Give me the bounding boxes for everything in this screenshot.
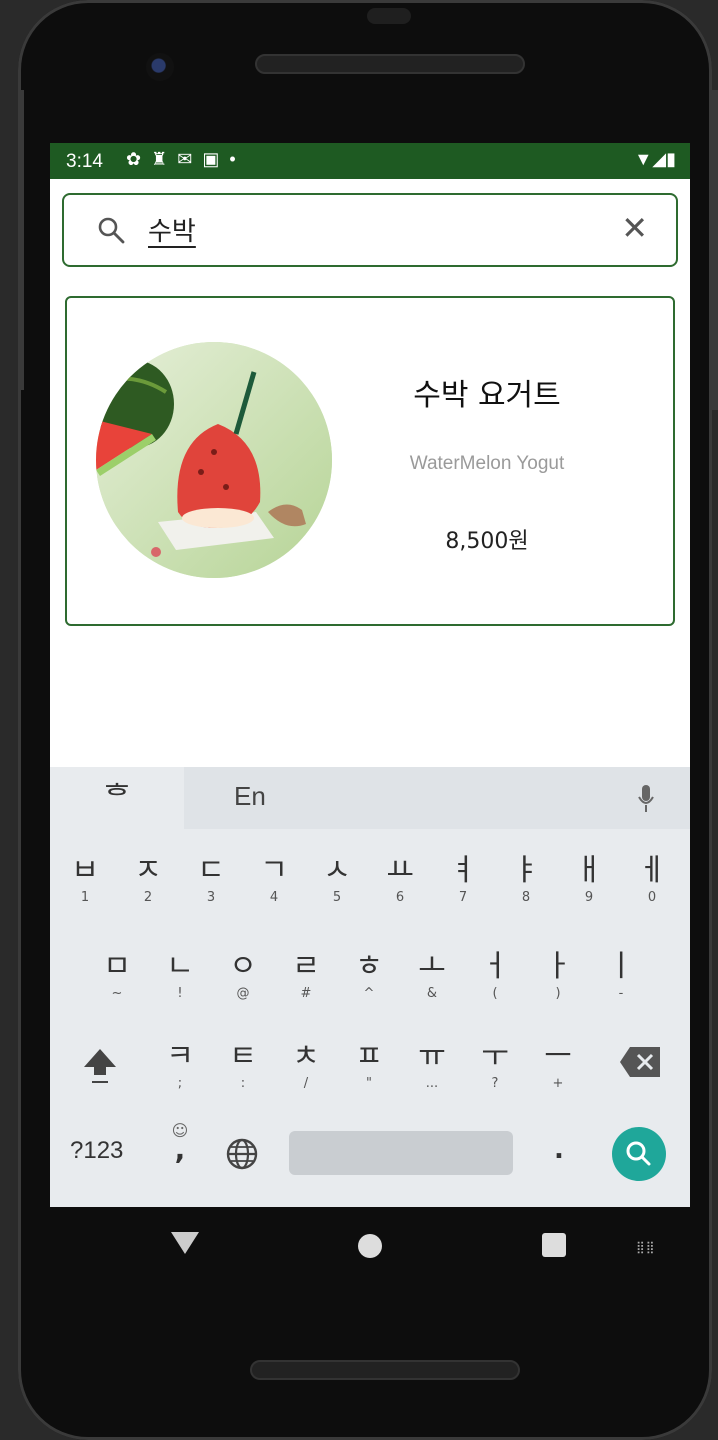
symbols-key[interactable]: ?123 <box>70 1137 123 1165</box>
system-icons: ▼◢▮ <box>634 149 676 170</box>
wifi-icon: ▼ <box>634 149 653 169</box>
key-r1-5[interactable]: ㅅ5 <box>306 851 368 905</box>
notification-icons: ✿♜✉▣• <box>126 149 246 170</box>
search-icon <box>626 1141 651 1166</box>
key-r3-2[interactable]: ㅌ: <box>212 1037 274 1091</box>
keyboard-search-button[interactable] <box>612 1127 666 1181</box>
bottom-speaker <box>250 1360 520 1380</box>
earpiece-sensor <box>367 8 411 24</box>
key-r3-7[interactable]: ㅡ + <box>527 1037 589 1091</box>
battery-icon: ▮ <box>666 149 676 169</box>
key-r1-9[interactable]: ㅐ9 <box>558 851 620 905</box>
key-r2-3[interactable]: ㅇ @ <box>212 947 274 1001</box>
product-name-ko: 수박 요거트 <box>413 378 561 413</box>
signal-icon: ◢ <box>652 149 667 169</box>
status-bar: 3:14 ✿♜✉▣• ▼◢▮ <box>50 143 690 179</box>
key-r1-1[interactable]: ㅂ1 <box>54 851 116 905</box>
a-box-icon: ▣ <box>202 149 230 169</box>
key-r2-7[interactable]: ㅓ( <box>464 947 526 1001</box>
product-image <box>96 342 332 578</box>
side-rail-left <box>18 90 24 390</box>
key-r2-2[interactable]: ㄴ! <box>149 947 211 1001</box>
key-r2-5[interactable]: ㅎ ^ <box>338 947 400 1001</box>
search-icon <box>98 217 125 244</box>
product-price: 8,500원 <box>445 529 529 554</box>
product-name-en: WaterMelon Yogut <box>409 453 565 474</box>
english-mode-button[interactable]: En <box>234 781 266 812</box>
home-icon[interactable] <box>358 1234 382 1258</box>
key-r1-6[interactable]: ㅛ6 <box>369 851 431 905</box>
key-r1-10[interactable]: ㅔ0 <box>621 851 683 905</box>
front-camera <box>146 53 174 81</box>
close-icon[interactable]: ✕ <box>621 209 648 247</box>
key-r1-8[interactable]: ㅑ8 <box>495 851 557 905</box>
period-key[interactable]: . <box>554 1135 564 1165</box>
key-r1-3[interactable]: ㄷ3 <box>180 851 242 905</box>
emoji-comma-key[interactable]: ☺ , <box>168 1121 192 1164</box>
key-r3-5[interactable]: ㅠ... <box>401 1037 463 1091</box>
key-r1-7[interactable]: ㅕ7 <box>432 851 494 905</box>
key-r3-6[interactable]: ㅜ? <box>464 1037 526 1091</box>
top-speaker <box>255 54 525 74</box>
space-bar[interactable] <box>289 1131 513 1175</box>
key-r2-8[interactable]: ㅏ) <box>527 947 589 1001</box>
keyboard-language-bar: ᄒ En <box>50 767 690 829</box>
key-r2-6[interactable]: ㅗ & <box>401 947 463 1001</box>
key-r3-1[interactable]: ㅋ; <box>149 1037 211 1091</box>
key-r3-3[interactable]: ㅊ / <box>275 1037 337 1091</box>
dot-icon: • <box>229 149 246 169</box>
app-screen: 3:14 ✿♜✉▣• ▼◢▮ 수박 ✕ 수박 요거트 WaterMelon Yo… <box>50 143 690 1207</box>
korean-keyboard: ᄒ En ㅂ1 ㅈ2 ㄷ3 ㄱ4 ㅅ5 ㅛ6 ㅕ7 ㅑ8 ㅐ9 ㅔ0 ㅁ ~ ㄴ!… <box>50 767 690 1207</box>
cake-icon: ♜ <box>151 149 178 169</box>
key-r2-1[interactable]: ㅁ ~ <box>86 947 148 1001</box>
hangul-mode-button[interactable]: ᄒ <box>50 767 184 829</box>
gmail-icon: ✉ <box>177 149 203 169</box>
recents-icon[interactable] <box>542 1233 566 1257</box>
keyboard-switch-icon[interactable]: ⣿⣿ <box>636 1240 656 1254</box>
key-r1-4[interactable]: ㄱ4 <box>243 851 305 905</box>
product-card[interactable]: 수박 요거트 WaterMelon Yogut 8,500원 <box>65 296 675 626</box>
status-time: 3:14 <box>66 151 103 172</box>
key-r3-4[interactable]: ㅍ " <box>338 1037 400 1091</box>
key-r2-9[interactable]: ㅣ- <box>590 947 652 1001</box>
backspace-icon[interactable] <box>618 1045 662 1079</box>
settings-icon: ✿ <box>126 149 152 169</box>
search-bar[interactable]: 수박 ✕ <box>62 193 678 267</box>
back-icon[interactable] <box>171 1232 199 1254</box>
key-r2-4[interactable]: ㄹ # <box>275 947 337 1001</box>
key-r1-2[interactable]: ㅈ2 <box>117 851 179 905</box>
search-input[interactable]: 수박 <box>148 211 196 248</box>
globe-icon[interactable] <box>225 1137 259 1171</box>
side-rail-right <box>712 90 718 410</box>
microphone-icon[interactable] <box>638 785 654 813</box>
shift-icon[interactable] <box>80 1045 120 1085</box>
